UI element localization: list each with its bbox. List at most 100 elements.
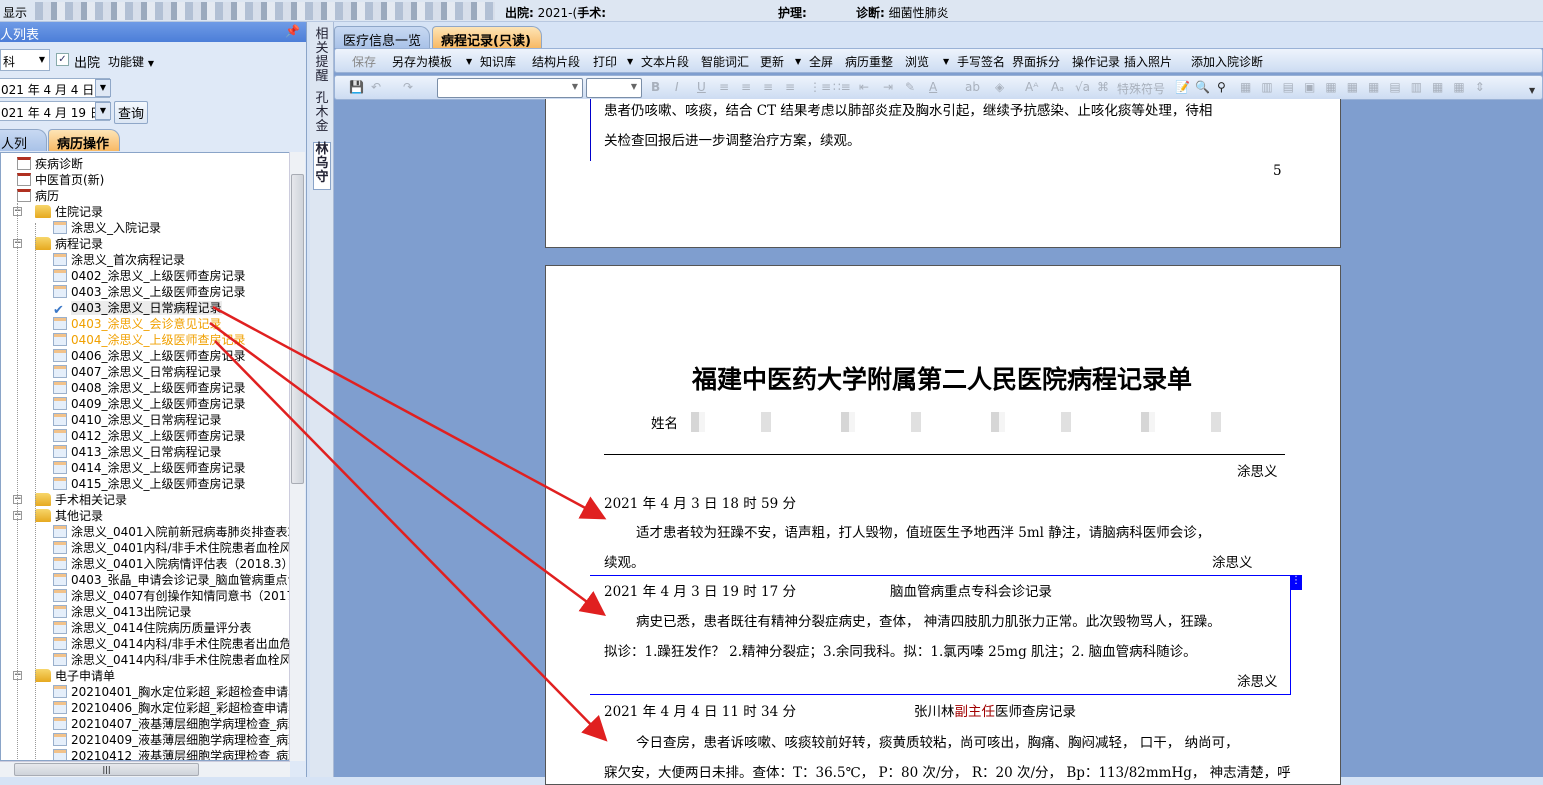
side-tab-reminders[interactable]: 相关提醒 [313,28,331,84]
chevron-down-icon[interactable]: ▼ [943,57,949,66]
chevron-down-icon[interactable]: ▼ [466,57,472,66]
toolbar-button[interactable]: 更新 [760,53,784,70]
end-date-dropdown[interactable]: ▼ [95,102,111,120]
tree-item[interactable]: 手术相关记录 [35,492,127,508]
tree-item[interactable]: 病程记录 [35,236,103,252]
align-center-icon[interactable]: ≡ [741,80,751,94]
side-tab-doctor-2[interactable]: 林乌守 [313,142,331,190]
side-tab-doctor-1[interactable]: 孔木金 [313,92,331,136]
tree-item[interactable]: 涂思义_0413出院记录 [53,604,192,620]
toolbar-button[interactable]: 打印 [593,53,617,70]
tree-item[interactable]: 疾病诊断 [17,156,83,172]
toolbar-button[interactable]: 病历重整 [845,53,893,70]
special-symbols-button[interactable]: 特殊符号 [1117,80,1165,97]
align-right-icon[interactable]: ≡ [763,80,773,94]
tab-medical-info[interactable]: 医疗信息一览表 [334,26,430,68]
toolbar-button[interactable]: 添加入院诊断 [1191,53,1263,70]
tree-item[interactable]: 0406_涂思义_上级医师查房记录 [53,348,246,364]
font-family-select[interactable]: ▼ [437,78,583,98]
tree-item[interactable]: ✔ 0403_涂思义_日常病程记录 [53,300,222,318]
end-date-field[interactable]: 021 年 4 月 19 日 [0,101,110,121]
tree-item[interactable]: 0413_涂思义_日常病程记录 [53,444,222,460]
start-date-field[interactable]: 021 年 4 月 4 日 [0,78,110,98]
tree-item[interactable]: 20210401_胸水定位彩超_彩超检查申请单 [53,684,289,700]
toolbar-button[interactable]: 界面拆分 [1012,53,1060,70]
save-icon[interactable]: 💾 [349,80,364,94]
tab-patient-list[interactable]: 人列表 [0,129,47,171]
tree-item[interactable]: 涂思义_首次病程记录 [53,252,185,268]
tree-item[interactable]: 0409_涂思义_上级医师查房记录 [53,396,246,412]
toolbar-button[interactable]: 知识库 [480,53,516,70]
tree-item[interactable]: 20210409_液基薄层细胞学病理检查_病理㭁 [53,732,289,748]
fill-icon[interactable]: ◈ [995,80,1004,94]
search-icon[interactable]: 🔍 [1195,80,1210,94]
italic-icon[interactable]: I [675,80,679,94]
toolbar-button[interactable]: 智能词汇 [701,53,749,70]
toolbar-button[interactable]: 结构片段 [532,53,580,70]
scrollbar-thumb[interactable] [291,174,304,484]
tab-record-operations[interactable]: 病历操作 [48,129,120,152]
justify-icon[interactable]: ≡ [785,80,795,94]
query-button[interactable]: 查询 [114,101,149,124]
scrollbar-thumb[interactable]: ||| [14,763,199,776]
font-size-select[interactable]: ▼ [586,78,642,98]
toolbar-button[interactable]: 保存 [352,53,376,70]
command-icon[interactable]: ⌘ [1097,80,1109,94]
tab-progress-record[interactable]: 病程记录(只读) [432,26,542,49]
entry-menu-icon[interactable]: ⋮ [1290,575,1302,590]
undo-icon[interactable]: ↶ [371,80,381,94]
tree-item[interactable]: 0410_涂思义_日常病程记录 [53,412,222,428]
format-painter-icon[interactable]: ✎ [905,80,915,94]
tree-item[interactable]: 20210406_胸水定位彩超_彩超检查申请单 [53,700,289,716]
outdent-icon[interactable]: ⇤ [859,80,869,94]
font-color-icon[interactable]: A [929,80,937,94]
redo-icon[interactable]: ↷ [403,80,413,94]
tree-item[interactable]: 20210412_液基薄层细胞学病理检查_病理㭁 [53,748,289,760]
indent-icon[interactable]: ⇥ [883,80,893,94]
radical-icon[interactable]: √a [1075,80,1090,94]
bullet-list-icon[interactable]: ∷≡ [833,80,851,94]
tree-item[interactable]: 0414_涂思义_上级医师查房记录 [53,460,246,476]
function-keys-dropdown[interactable]: 功能键 ▼ [108,53,154,70]
start-date-dropdown[interactable]: ▼ [95,79,111,97]
tree-item[interactable]: 其他记录 [35,508,103,524]
toolbar-button[interactable]: 插入照片 [1124,53,1172,70]
toolbar-button[interactable]: 手写签名 [957,53,1005,70]
tree-item[interactable]: 涂思义_0401入院病情评估表（2018.3） [53,556,289,572]
tree-item[interactable]: 0412_涂思义_上级医师查房记录 [53,428,246,444]
tree-horizontal-scrollbar[interactable]: ||| [0,761,290,777]
tree-item[interactable]: 20210407_液基薄层细胞学病理检查_病理㭁 [53,716,289,732]
underline-icon[interactable]: U [697,80,706,94]
tree-item[interactable]: 0403_涂思义_上级医师查房记录 [53,284,246,300]
tree-item[interactable]: 0407_涂思义_日常病程记录 [53,364,222,380]
department-select[interactable]: 科 ▼ [0,49,50,71]
superscript-icon[interactable]: Aᴬ [1025,80,1038,94]
tree-item[interactable]: 涂思义_0401入院前新冠病毒肺炎排查表20 [53,524,289,540]
tree-item[interactable]: 涂思义_0401内科/非手术住院患者血栓风阝 [53,540,289,556]
chevron-down-icon[interactable]: ▼ [627,57,633,66]
tree-item[interactable]: 涂思义_入院记录 [53,220,161,236]
pin-icon[interactable]: 📌 [285,24,300,38]
tree-item[interactable]: 0415_涂思义_上级医师查房记录 [53,476,246,492]
tree-item[interactable]: 住院记录 [35,204,103,220]
numbered-list-icon[interactable]: ⋮≡ [809,80,831,94]
new-note-icon[interactable]: 📝 [1175,80,1190,94]
toolbar-overflow-icon[interactable]: ▼ [1529,86,1535,95]
bold-icon[interactable]: B [651,80,660,94]
tree-item[interactable]: 病历 [17,188,59,204]
binoculars-icon[interactable]: ⚲ [1217,80,1226,94]
tree-item[interactable]: 0404_涂思义_上级医师查房记录 [53,332,246,348]
tree-item[interactable]: 0402_涂思义_上级医师查房记录 [53,268,246,284]
tree-item[interactable]: 涂思义_0414住院病历质量评分表 [53,620,252,636]
tree-item[interactable]: 涂思义_0407有创操作知情同意书（2017） [53,588,289,604]
toolbar-button[interactable]: 另存为模板 [392,53,452,70]
toolbar-button[interactable]: 操作记录 [1072,53,1120,70]
tree-item[interactable]: 涂思义_0414内科/非手术住院患者出血危阝 [53,636,289,652]
tree-vertical-scrollbar[interactable] [289,152,305,761]
tree-item[interactable]: 0408_涂思义_上级医师查房记录 [53,380,246,396]
tree-item[interactable]: 电子申请单 [35,668,115,684]
toolbar-button[interactable]: 浏览 [905,53,929,70]
toolbar-button[interactable]: 文本片段 [641,53,689,70]
toolbar-button[interactable]: 全屏 [809,53,833,70]
chevron-down-icon[interactable]: ▼ [795,57,801,66]
